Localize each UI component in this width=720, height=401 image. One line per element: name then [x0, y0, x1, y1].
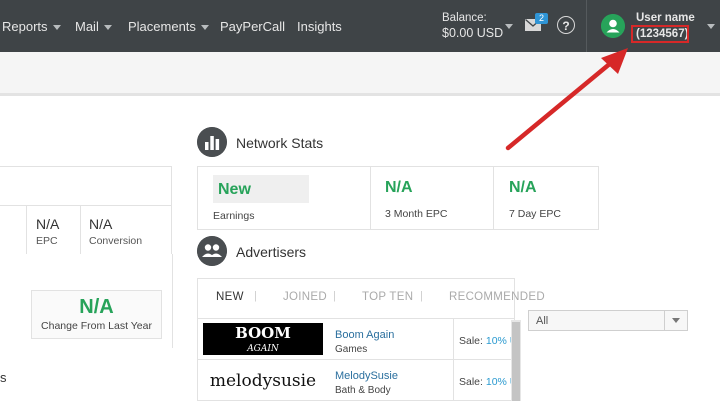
user-name[interactable]: User name [636, 12, 695, 24]
select-arrow-button[interactable] [664, 310, 688, 330]
sale-commission: Sale: 10% U [459, 335, 514, 347]
change-label: Change From Last Year [41, 320, 152, 332]
tab-top-ten[interactable]: TOP TEN [362, 291, 413, 303]
advertiser-tabs: NEW | JOINED | TOP TEN | RECOMMENDED [197, 278, 545, 318]
seven-day-epc-label: 7 Day EPC [509, 208, 561, 220]
balance-label: Balance: [442, 12, 487, 24]
cell-divider [453, 360, 454, 400]
nav-paypercall[interactable]: PayPerCall [220, 19, 285, 34]
advertiser-list: BOOM AGAIN Boom Again Games Sale: 10% U … [197, 318, 515, 401]
annotation-highlight-box [631, 25, 689, 43]
tab-separator: | [333, 290, 336, 302]
change-from-last-year-box: N/A Change From Last Year [31, 290, 162, 339]
chevron-down-icon[interactable] [505, 24, 513, 29]
mail-count-badge: 2 [535, 13, 548, 24]
network-stats-panel: New Earnings N/A 3 Month EPC N/A 7 Day E… [197, 166, 599, 230]
table-row[interactable]: melodysusie MelodySusie Bath & Body Sale… [198, 360, 514, 401]
question-circle-icon[interactable]: ? [557, 16, 575, 34]
cell-divider [26, 206, 27, 254]
balance-display[interactable]: Balance: $0.00 USD [442, 11, 503, 41]
epc-label: EPC [36, 235, 58, 247]
chevron-down-icon [103, 25, 112, 31]
network-stats-title: Network Stats [236, 135, 324, 151]
seven-day-epc-value: N/A [509, 179, 537, 196]
top-navigation-bar: Reports Mail Placements PayPerCall Insig… [0, 0, 720, 52]
tab-new[interactable]: NEW [216, 291, 244, 303]
svg-text:BOOM: BOOM [235, 324, 291, 342]
sale-commission: Sale: 10% U [459, 376, 514, 388]
tab-separator: | [420, 290, 423, 302]
user-avatar-icon[interactable] [601, 14, 625, 38]
users-icon [197, 236, 227, 266]
cell-divider [493, 167, 494, 229]
three-month-epc-value: N/A [385, 179, 413, 196]
table-row[interactable]: BOOM AGAIN Boom Again Games Sale: 10% U [198, 319, 514, 360]
nav-divider [586, 0, 587, 52]
svg-text:melodysusie: melodysusie [210, 371, 316, 391]
filter-selected-value: All [536, 315, 549, 327]
earnings-value: New [218, 181, 251, 198]
left-panel-header [0, 166, 172, 206]
chevron-down-icon [672, 318, 680, 323]
melodysusie-logo[interactable]: melodysusie [203, 364, 323, 396]
three-month-epc-label: 3 Month EPC [385, 208, 448, 220]
cell-divider [80, 206, 81, 254]
change-value: N/A [79, 296, 114, 318]
scrollbar-thumb[interactable] [512, 322, 520, 401]
advertiser-category: Games [335, 344, 368, 355]
earnings-label: Earnings [213, 210, 255, 222]
nav-insights[interactable]: Insights [297, 19, 342, 34]
balance-value: $0.00 USD [442, 26, 504, 40]
conversion-label: Conversion [89, 235, 143, 247]
nav-mail[interactable]: Mail [75, 19, 112, 34]
advertiser-name-link[interactable]: MelodySusie [335, 370, 398, 382]
chevron-down-icon [52, 25, 61, 31]
advertisers-title: Advertisers [236, 244, 307, 260]
left-panel-stats: N/A EPC N/A Conversion [0, 205, 172, 255]
truncated-heading: s [0, 370, 7, 385]
secondary-toolbar [0, 52, 720, 96]
bar-chart-icon [197, 127, 227, 157]
boom-again-logo[interactable]: BOOM AGAIN [203, 323, 323, 355]
epc-value: N/A [36, 216, 60, 232]
cell-divider [370, 167, 371, 229]
conversion-value: N/A [89, 216, 113, 232]
chevron-down-icon[interactable] [707, 24, 715, 29]
cell-divider [453, 319, 454, 359]
chevron-down-icon [200, 25, 209, 31]
nav-reports[interactable]: Reports [2, 19, 61, 34]
tab-separator: | [254, 290, 257, 302]
advertiser-name-link[interactable]: Boom Again [335, 329, 394, 341]
svg-text:AGAIN: AGAIN [246, 344, 280, 354]
advertiser-category: Bath & Body [335, 385, 391, 396]
tab-joined[interactable]: JOINED [283, 291, 327, 303]
tab-recommended[interactable]: RECOMMENDED [449, 291, 545, 303]
nav-placements[interactable]: Placements [128, 19, 209, 34]
